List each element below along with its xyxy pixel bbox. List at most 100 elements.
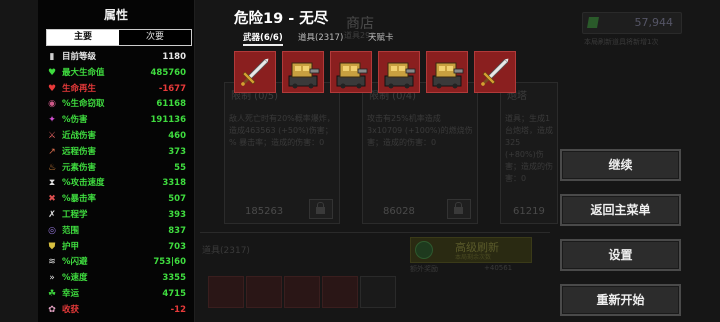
stat-label: 生命再生 bbox=[62, 83, 97, 94]
stat-label: %速度 bbox=[62, 273, 88, 284]
restart-button[interactable]: 重新开始 bbox=[560, 284, 681, 316]
stat-row: ✖ %暴击率 507 bbox=[46, 192, 192, 208]
card-text: 敌人死亡时有20%概率爆炸，造成463563 (+50%)伤害；% 暴击率；造成… bbox=[229, 114, 335, 147]
stat-value: -12 bbox=[170, 304, 186, 315]
stat-label: 幸运 bbox=[62, 288, 80, 299]
turret-weapon-icon[interactable] bbox=[282, 51, 324, 93]
gold-note: 本局刷新道具将新增1次 bbox=[584, 38, 659, 46]
settings-button[interactable]: 设置 bbox=[560, 239, 681, 271]
crit-icon: ✖ bbox=[48, 194, 56, 205]
stat-value: 753|60 bbox=[153, 257, 186, 268]
elemental-icon: ♨ bbox=[47, 162, 57, 173]
stat-row: ☘ 幸运 4715 bbox=[46, 287, 192, 303]
armor-icon: ⛊ bbox=[48, 241, 56, 252]
tab-weapons[interactable]: 武器(6/6) bbox=[243, 31, 283, 46]
main-menu-button[interactable]: 返回主菜单 bbox=[560, 194, 681, 226]
stat-label: %闪避 bbox=[62, 257, 88, 268]
stat-value: 191136 bbox=[150, 115, 187, 126]
stat-value: 373 bbox=[168, 146, 186, 157]
lock-icon bbox=[447, 199, 471, 219]
stat-value: 393 bbox=[168, 209, 186, 220]
tab-secondary[interactable]: 次要 bbox=[119, 30, 191, 45]
premium-refresh: 高级刷新 本局剩余次数 bbox=[410, 237, 532, 263]
shop-card: 炮塔 道具；生成1台炮塔，造成325 (+80%)伤害；造成的伤害：0 6121… bbox=[500, 82, 558, 224]
stat-value: 507 bbox=[168, 194, 186, 205]
stat-row: ▮ 目前等级 1180 bbox=[46, 50, 192, 66]
attribute-tabs: 主要 次要 bbox=[46, 29, 192, 46]
stat-value: 1180 bbox=[162, 52, 186, 62]
stat-label: 目前等级 bbox=[62, 52, 97, 62]
stat-value: 4715 bbox=[162, 288, 186, 299]
lock-icon bbox=[309, 199, 333, 219]
stat-row: ◉ %生命窃取 61168 bbox=[46, 97, 192, 113]
stat-label: %暴击率 bbox=[62, 194, 97, 205]
tab-talent-cards[interactable]: 天赋卡 bbox=[368, 31, 394, 43]
stat-row: ♥ 生命再生 -1677 bbox=[46, 82, 192, 98]
speed-icon: » bbox=[49, 273, 55, 284]
damage-icon: ✦ bbox=[48, 115, 56, 126]
stat-row: ♥ 最大生命值 485760 bbox=[46, 66, 192, 82]
stat-row: ◎ 范围 837 bbox=[46, 224, 192, 240]
stat-label: 元素伤害 bbox=[62, 162, 97, 173]
sword-weapon-icon[interactable] bbox=[234, 51, 276, 93]
card-price: 185263 bbox=[245, 206, 284, 217]
card-text: 道具；生成1台炮塔，造成325 (+80%)伤害；造成的伤害：0 bbox=[505, 114, 553, 183]
stat-row: ♨ 元素伤害 55 bbox=[46, 161, 192, 177]
stat-label: 远程伤害 bbox=[62, 146, 97, 157]
turret-weapon-icon[interactable] bbox=[426, 51, 468, 93]
divider bbox=[200, 232, 550, 233]
attribute-title: 属性 bbox=[103, 8, 128, 22]
turret-weapon-icon[interactable] bbox=[378, 51, 420, 93]
luck-icon: ☘ bbox=[47, 288, 57, 299]
stat-value: 837 bbox=[168, 225, 186, 236]
gem-icon bbox=[587, 17, 599, 28]
turret-weapon-icon[interactable] bbox=[330, 51, 372, 93]
bonus-label: 额外奖励 bbox=[410, 265, 438, 273]
stat-label: 最大生命值 bbox=[62, 67, 105, 78]
harvest-icon: ✿ bbox=[48, 304, 56, 315]
stat-label: 护甲 bbox=[62, 241, 80, 252]
melee-icon: ⚔ bbox=[47, 130, 57, 141]
stat-row: ⧗ %攻击速度 3318 bbox=[46, 176, 192, 192]
card-price: 86028 bbox=[383, 206, 415, 217]
regen-heart-icon: ♥ bbox=[47, 83, 57, 94]
stat-row: » %速度 3355 bbox=[46, 271, 192, 287]
page-title: 危险19 - 无尽 bbox=[234, 11, 329, 27]
sword-weapon-icon[interactable] bbox=[474, 51, 516, 93]
stat-row: ↗ 远程伤害 373 bbox=[46, 145, 192, 161]
stat-label: %生命窃取 bbox=[62, 99, 105, 110]
level-icon: ▮ bbox=[49, 52, 55, 62]
attack-speed-icon: ⧗ bbox=[48, 178, 56, 189]
stat-value: 460 bbox=[168, 130, 186, 141]
stat-row: ≋ %闪避 753|60 bbox=[46, 255, 192, 271]
lifesteal-icon: ◉ bbox=[48, 99, 56, 110]
stat-label: %攻击速度 bbox=[62, 178, 105, 189]
attribute-panel: 属性 主要 次要 ▮ 目前等级 1180 ♥ 最大生命值 485760 ♥ 生命再生 -1677… bbox=[38, 0, 195, 322]
ranged-icon: ↗ bbox=[48, 146, 56, 157]
dodge-icon: ≋ bbox=[48, 257, 56, 268]
stat-label: %伤害 bbox=[62, 115, 88, 126]
stat-value: 61168 bbox=[156, 99, 186, 110]
tab-primary[interactable]: 主要 bbox=[47, 30, 119, 45]
stat-label: 范围 bbox=[62, 225, 80, 236]
shop-card: 限制 (0/5) 敌人死亡时有20%概率爆炸，造成463563 (+50%)伤害… bbox=[224, 82, 340, 224]
card-text: 攻击有25%机率造成3x10709 (+100%)的燃烧伤害；造成的伤害：0 bbox=[367, 114, 473, 147]
stat-value: 3355 bbox=[162, 273, 186, 284]
stat-row: ✗ 工程学 393 bbox=[46, 208, 192, 224]
engineering-icon: ✗ bbox=[48, 209, 56, 220]
tab-items[interactable]: 道具(2317) bbox=[298, 31, 343, 43]
play-icon bbox=[415, 241, 433, 259]
stat-label: 收获 bbox=[62, 304, 80, 315]
stat-label: 工程学 bbox=[62, 209, 88, 220]
shop-card: 限制 (0/4) 攻击有25%机率造成3x10709 (+100%)的燃烧伤害；… bbox=[362, 82, 478, 224]
continue-button[interactable]: 继续 bbox=[560, 149, 681, 181]
stat-value: -1677 bbox=[158, 83, 186, 94]
stat-row: ⛊ 护甲 703 bbox=[46, 240, 192, 256]
stat-value: 55 bbox=[174, 162, 186, 173]
left-items-tab: 道具(2317) bbox=[202, 246, 250, 256]
stat-label: 近战伤害 bbox=[62, 130, 97, 141]
stat-row: ✦ %伤害 191136 bbox=[46, 113, 192, 129]
range-icon: ◎ bbox=[48, 225, 56, 236]
card-price: 61219 bbox=[513, 206, 545, 217]
stat-value: 485760 bbox=[150, 67, 187, 78]
